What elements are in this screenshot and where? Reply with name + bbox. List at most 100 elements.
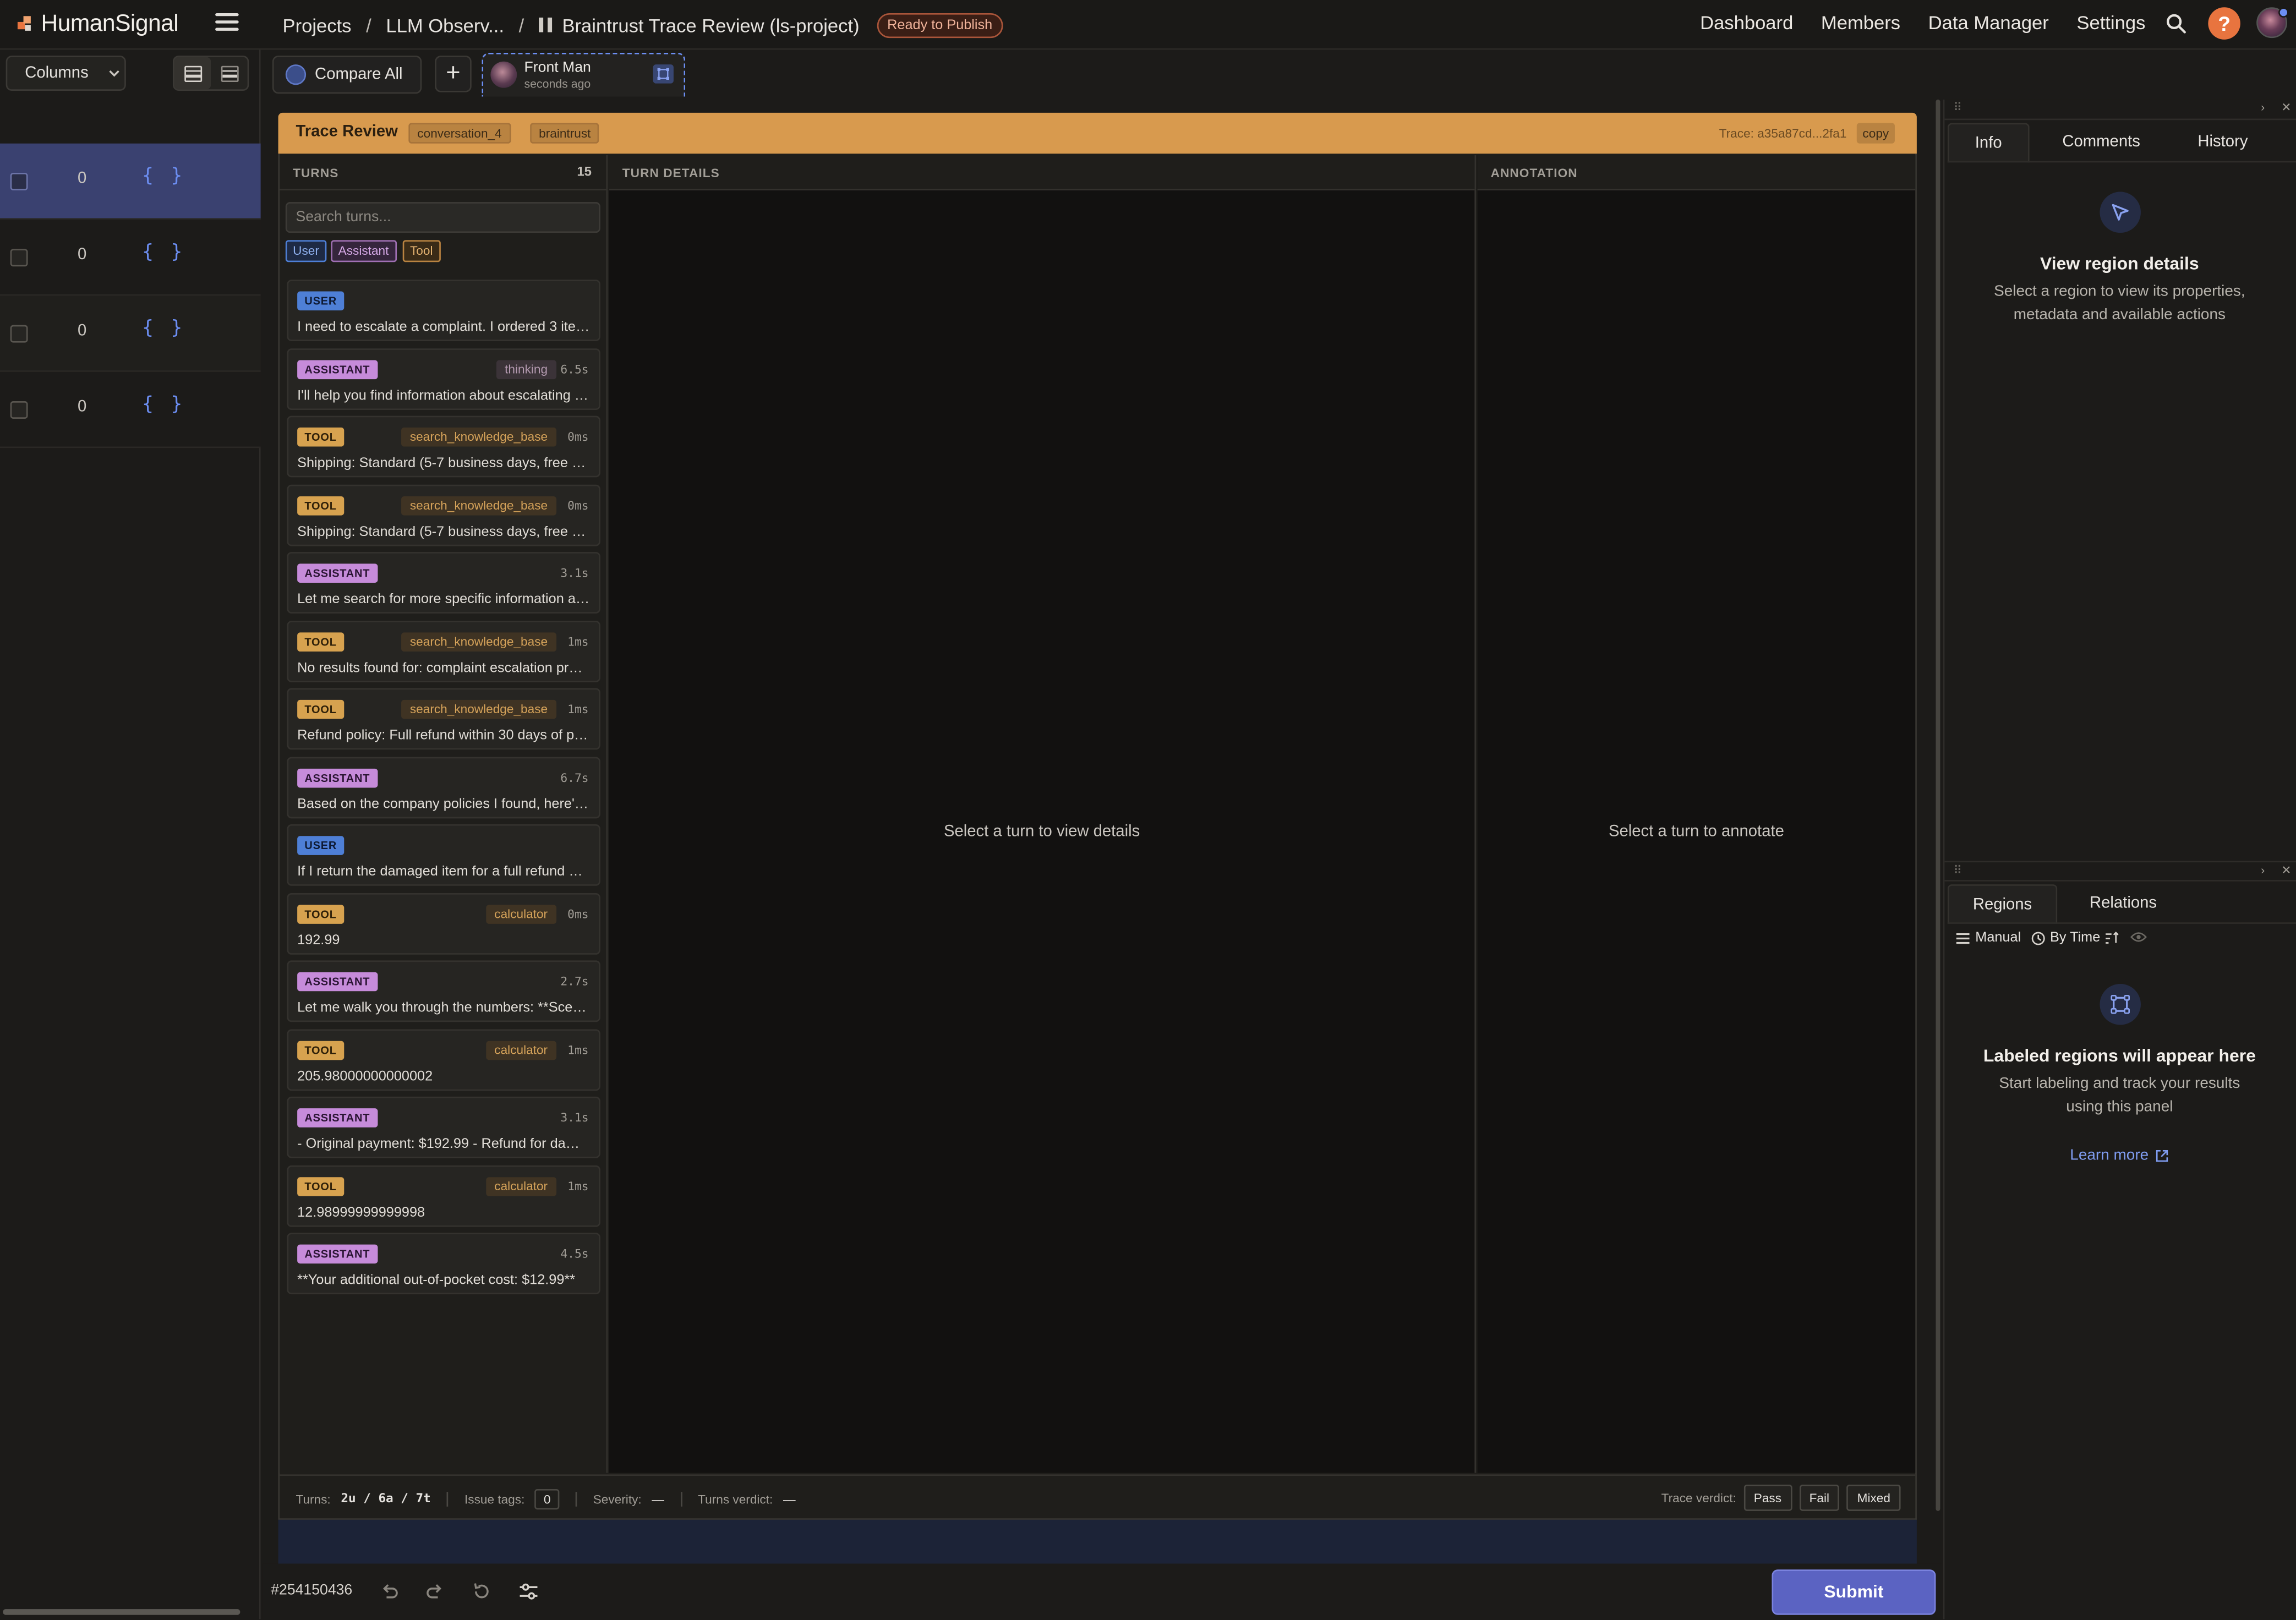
- role-badge: TOOL: [297, 904, 345, 923]
- turn-card[interactable]: TOOL search_knowledge_base 0ms Shipping: St…: [287, 484, 600, 546]
- turn-card[interactable]: TOOL calculator 1ms 205.98000000000002: [287, 1028, 600, 1090]
- annotator-name: Front Man: [524, 60, 591, 76]
- nav-data-manager[interactable]: Data Manager: [1928, 12, 2049, 34]
- compare-all-tab[interactable]: Compare All: [272, 56, 422, 94]
- json-data-icon: { }: [142, 318, 185, 340]
- trace-verdict-label: Trace verdict:: [1661, 1490, 1736, 1506]
- row-checkbox[interactable]: [10, 172, 28, 190]
- verdict-fail-button[interactable]: Fail: [1798, 1484, 1840, 1511]
- breadcrumb-separator: /: [518, 14, 524, 36]
- submit-button[interactable]: Submit: [1772, 1569, 1936, 1615]
- vertical-scrollbar[interactable]: [1936, 99, 1940, 1511]
- table-row[interactable]: 0 { }: [0, 295, 261, 372]
- undo-icon[interactable]: [379, 1581, 400, 1602]
- hamburger-menu-icon[interactable]: [215, 13, 239, 34]
- turn-text: I need to escalate a complaint. I ordere…: [297, 319, 591, 336]
- pause-icon: [538, 17, 552, 32]
- tab-regions[interactable]: Regions: [1947, 884, 2058, 924]
- sort-manual[interactable]: Manual: [1956, 930, 2021, 946]
- turn-details-header: TURN DETAILS: [609, 155, 1475, 190]
- regions-empty-title: Labeled regions will appear here: [1983, 1045, 2256, 1066]
- annotation-settings-icon[interactable]: [653, 64, 674, 84]
- tab-comments[interactable]: Comments: [2044, 123, 2158, 163]
- columns-button[interactable]: Columns: [6, 56, 126, 91]
- turn-tag: search_knowledge_base: [401, 699, 557, 719]
- turn-card[interactable]: ASSISTANT 2.7s Let me walk you through the…: [287, 960, 600, 1022]
- sort-order-icon[interactable]: [2104, 931, 2119, 944]
- nav-members[interactable]: Members: [1821, 12, 1900, 34]
- filter-tool[interactable]: Tool: [402, 240, 440, 262]
- regions-icon: [2100, 984, 2141, 1025]
- nav-settings[interactable]: Settings: [2076, 12, 2145, 34]
- json-data-icon: { }: [142, 242, 185, 264]
- reset-icon[interactable]: [472, 1581, 492, 1602]
- turn-card[interactable]: TOOL calculator 1ms 12.98999999999998: [287, 1164, 600, 1227]
- turn-text: 205.98000000000002: [297, 1068, 433, 1085]
- role-badge: TOOL: [297, 427, 345, 447]
- row-checkbox[interactable]: [10, 325, 28, 343]
- horizontal-scrollbar[interactable]: [3, 1609, 240, 1615]
- breadcrumb-projects[interactable]: Projects: [283, 14, 352, 36]
- tab-divider: [1947, 922, 2296, 924]
- turn-card[interactable]: USER If I return the damaged item for a f…: [287, 824, 600, 886]
- settings-sliders-icon[interactable]: [518, 1581, 539, 1602]
- drag-handle-icon[interactable]: ⠿: [1953, 101, 1962, 114]
- collapse-icon[interactable]: ›: [2261, 101, 2265, 114]
- grid-view-button[interactable]: [211, 57, 248, 90]
- turn-card[interactable]: ASSISTANT 4.5s **Your additional out-of-po…: [287, 1233, 600, 1295]
- search-turns-input[interactable]: Search turns...: [285, 202, 600, 233]
- logo-mark-icon: [17, 16, 35, 34]
- columns-label: Columns: [25, 64, 89, 82]
- turn-duration: 1ms: [567, 634, 589, 648]
- breadcrumb-group[interactable]: LLM Observ...: [386, 14, 504, 36]
- verdict-mixed-button[interactable]: Mixed: [1846, 1484, 1901, 1511]
- filter-user[interactable]: User: [285, 240, 327, 262]
- turn-card[interactable]: TOOL search_knowledge_base 0ms Shipping: St…: [287, 415, 600, 478]
- tab-info[interactable]: Info: [1947, 123, 2030, 163]
- role-badge: TOOL: [297, 1176, 345, 1196]
- turn-card[interactable]: ASSISTANT 3.1s Let me search for more spec…: [287, 552, 600, 614]
- external-link-icon: [2156, 1149, 2169, 1161]
- annotation-count: 0: [78, 169, 87, 188]
- copy-trace-button[interactable]: copy: [1856, 123, 1895, 144]
- search-icon[interactable]: [2166, 13, 2186, 34]
- turn-card[interactable]: ASSISTANT 3.1s - Original payment: $192.99…: [287, 1096, 600, 1158]
- chevron-down-icon: [110, 70, 120, 77]
- table-row[interactable]: 0 { }: [0, 143, 261, 220]
- verdict-pass-button[interactable]: Pass: [1743, 1484, 1792, 1511]
- table-row[interactable]: 0 { }: [0, 371, 261, 448]
- tab-relations[interactable]: Relations: [2068, 884, 2179, 924]
- row-checkbox[interactable]: [10, 401, 28, 419]
- row-checkbox[interactable]: [10, 249, 28, 267]
- turn-card[interactable]: TOOL search_knowledge_base 1ms Refund polic…: [287, 688, 600, 750]
- learn-more-link[interactable]: Learn more: [1943, 1146, 2296, 1164]
- help-icon[interactable]: ?: [2208, 7, 2240, 40]
- logo[interactable]: HumanSignal: [17, 12, 179, 38]
- compare-icon: [285, 64, 307, 85]
- turn-duration: 1ms: [567, 1179, 589, 1193]
- collapse-icon[interactable]: ›: [2261, 864, 2265, 877]
- minimize-icon[interactable]: ✕: [2281, 101, 2291, 114]
- redo-icon[interactable]: [425, 1581, 445, 1602]
- status-badge: Ready to Publish: [877, 12, 1003, 37]
- minimize-icon[interactable]: ✕: [2281, 864, 2291, 877]
- turn-card[interactable]: TOOL calculator 0ms 192.99: [287, 892, 600, 954]
- turn-tag: calculator: [485, 1176, 557, 1196]
- turn-card[interactable]: ASSISTANT 6.7s Based on the company polici…: [287, 756, 600, 818]
- sort-by-time[interactable]: By Time: [2031, 930, 2119, 946]
- turn-card[interactable]: ASSISTANT thinking 6.5s I'll help you find …: [287, 347, 600, 409]
- table-row[interactable]: 0 { }: [0, 220, 261, 296]
- turn-duration: 0ms: [567, 907, 589, 921]
- drag-handle-icon[interactable]: ⠿: [1953, 864, 1962, 877]
- turn-card[interactable]: TOOL search_knowledge_base 1ms No results f…: [287, 620, 600, 682]
- turn-tag: search_knowledge_base: [401, 495, 557, 515]
- add-annotation-button[interactable]: +: [435, 56, 472, 92]
- tab-history[interactable]: History: [2167, 123, 2278, 163]
- filter-assistant[interactable]: Assistant: [331, 240, 396, 262]
- divider: [575, 1492, 577, 1507]
- turn-card[interactable]: USER I need to escalate a complaint. I or…: [287, 280, 600, 341]
- nav-dashboard[interactable]: Dashboard: [1700, 12, 1793, 34]
- list-view-button[interactable]: [174, 57, 211, 90]
- visibility-eye-icon[interactable]: [2130, 931, 2147, 943]
- breadcrumb-project[interactable]: Braintrust Trace Review (ls-project): [562, 14, 859, 36]
